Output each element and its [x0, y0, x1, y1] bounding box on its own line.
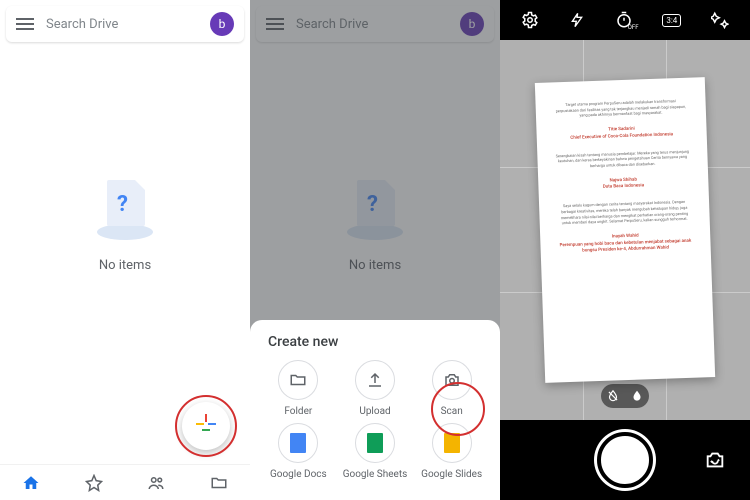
- search-bar[interactable]: Search Drive b: [6, 6, 244, 42]
- drop-off-icon: [606, 389, 620, 403]
- effects-icon[interactable]: [711, 11, 729, 29]
- plus-icon: [196, 414, 216, 434]
- switch-camera-icon[interactable]: [704, 449, 726, 471]
- home-icon: [22, 474, 40, 492]
- folder-icon: [278, 360, 318, 400]
- empty-file-illustration: ?: [85, 180, 165, 250]
- empty-state: ? No items: [0, 180, 250, 273]
- filter-toggle[interactable]: [601, 384, 649, 408]
- bottom-nav: [0, 464, 250, 500]
- drop-on-icon: [630, 389, 644, 403]
- no-items-label: No items: [99, 258, 151, 273]
- camera-icon: [432, 360, 472, 400]
- create-scan[interactable]: Scan: [413, 360, 490, 417]
- create-folder[interactable]: Folder: [260, 360, 337, 417]
- shutter-button[interactable]: [597, 432, 653, 488]
- upload-icon: [355, 360, 395, 400]
- sheet-title: Create new: [260, 334, 490, 350]
- create-new-sheet: Create new Folder Upload Scan Google Doc…: [250, 320, 500, 500]
- camera-toolbar: OFF 3:4: [500, 0, 750, 40]
- tab-shared[interactable]: [125, 465, 188, 500]
- viewfinder[interactable]: Target utama program PerpuSeru adalah me…: [500, 40, 750, 420]
- star-icon: [85, 474, 103, 492]
- settings-icon[interactable]: [521, 11, 539, 29]
- tab-starred[interactable]: [63, 465, 126, 500]
- aspect-icon[interactable]: 3:4: [662, 14, 681, 27]
- scan-camera-pane: OFF 3:4 Target utama program PerpuSeru a…: [500, 0, 750, 500]
- docs-icon: [278, 423, 318, 463]
- create-docs[interactable]: Google Docs: [260, 423, 337, 480]
- slides-icon: [432, 423, 472, 463]
- people-icon: [146, 474, 166, 492]
- avatar[interactable]: b: [210, 12, 234, 36]
- scanned-document: Target utama program PerpuSeru adalah me…: [535, 77, 715, 383]
- camera-controls: [500, 420, 750, 500]
- create-upload[interactable]: Upload: [337, 360, 414, 417]
- drive-home-pane: Search Drive b ? No items: [0, 0, 250, 500]
- create-slides[interactable]: Google Slides: [413, 423, 490, 480]
- tab-files[interactable]: [188, 465, 251, 500]
- flash-icon[interactable]: [569, 11, 585, 29]
- folder-icon: [210, 474, 228, 492]
- menu-icon[interactable]: [16, 18, 34, 30]
- drive-create-sheet-pane: Search Drive b ? No items Create new Fol…: [250, 0, 500, 500]
- sheets-icon: [355, 423, 395, 463]
- tab-home[interactable]: [0, 465, 63, 500]
- create-sheets[interactable]: Google Sheets: [337, 423, 414, 480]
- create-fab[interactable]: [182, 402, 230, 450]
- search-placeholder: Search Drive: [46, 17, 198, 32]
- timer-icon[interactable]: OFF: [615, 11, 633, 29]
